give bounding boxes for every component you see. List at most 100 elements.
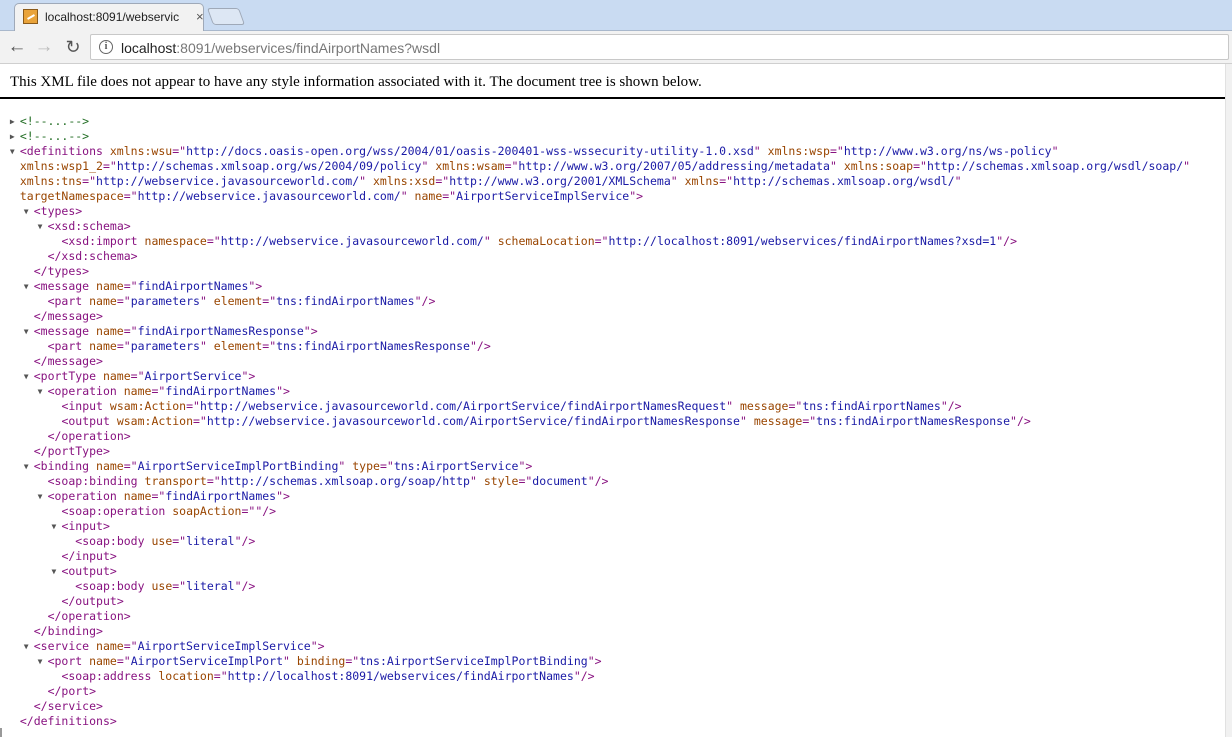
collapse-triangle-icon[interactable]: ▼ bbox=[24, 459, 29, 474]
xml-tag: "> bbox=[248, 279, 263, 293]
xml-tag: =" bbox=[829, 144, 844, 158]
collapse-triangle-icon[interactable]: ▼ bbox=[38, 219, 43, 234]
xml-tag: =" bbox=[102, 159, 117, 173]
expand-triangle-icon[interactable]: ▶ bbox=[10, 129, 15, 144]
xml-tag: <port bbox=[47, 654, 83, 668]
xml-tag: </xsd:schema> bbox=[47, 249, 138, 263]
xml-tag: <operation bbox=[47, 384, 117, 398]
xml-line: </input> bbox=[0, 549, 1225, 564]
xml-tag: </types> bbox=[33, 264, 90, 278]
url-path: :8091/webservices/findAirportNames?wsdl bbox=[176, 40, 441, 56]
page-edge-marker bbox=[0, 728, 2, 737]
xml-attribute-name: xmlns:wsp bbox=[760, 144, 830, 158]
xml-tag: =" bbox=[345, 654, 360, 668]
collapse-triangle-icon[interactable]: ▼ bbox=[51, 519, 56, 534]
xml-tag: <operation bbox=[47, 489, 117, 503]
xml-line: targetNamespace="http://webservice.javas… bbox=[0, 189, 1225, 204]
xml-attribute-name: name bbox=[89, 324, 124, 338]
collapse-triangle-icon[interactable]: ▼ bbox=[24, 279, 29, 294]
xml-tag: =" bbox=[802, 414, 817, 428]
xml-attribute-value: http://webservice.javasourceworld.com/Ai… bbox=[206, 414, 740, 428]
xml-tag: <part bbox=[47, 339, 83, 353]
close-tab-icon[interactable]: × bbox=[196, 10, 204, 23]
scrollbar[interactable] bbox=[1225, 64, 1232, 737]
xml-tag: " bbox=[954, 174, 962, 188]
xml-line: </service> bbox=[0, 699, 1225, 714]
address-bar[interactable]: i localhost:8091/webservices/findAirport… bbox=[90, 34, 1229, 60]
xml-attribute-value: document bbox=[532, 474, 588, 488]
collapse-triangle-icon[interactable]: ▼ bbox=[24, 324, 29, 339]
xml-tag: =" bbox=[172, 144, 187, 158]
xml-line: </message> bbox=[0, 354, 1225, 369]
forward-button[interactable]: → bbox=[32, 35, 56, 59]
collapse-triangle-icon[interactable]: ▼ bbox=[10, 144, 15, 159]
xml-attribute-name: xmlns:wsp1_2 bbox=[19, 159, 103, 173]
xml-line: </types> bbox=[0, 264, 1225, 279]
xml-line-content: </binding> bbox=[34, 624, 103, 639]
xml-tag: </input> bbox=[61, 549, 117, 563]
xml-line-content: <part name="parameters" element="tns:fin… bbox=[48, 339, 491, 354]
back-button[interactable]: ← bbox=[5, 35, 29, 59]
xml-tag: <soap:operation bbox=[61, 504, 166, 518]
xml-attribute-value: http://webservice.javasourceworld.com/ bbox=[96, 174, 360, 188]
info-icon[interactable]: i bbox=[99, 40, 113, 54]
xml-line-content: </types> bbox=[34, 264, 89, 279]
reload-button[interactable]: ↻ bbox=[61, 35, 85, 59]
collapse-triangle-icon[interactable]: ▼ bbox=[38, 384, 43, 399]
xml-attribute-name: name bbox=[89, 279, 124, 293]
xml-attribute-value: http://webservice.javasourceworld.com/Ai… bbox=[199, 399, 727, 413]
xml-attribute-name: xmlns:wsu bbox=[102, 144, 173, 158]
xml-tag: <definitions bbox=[19, 144, 103, 158]
xml-tag: <binding bbox=[33, 459, 90, 473]
xml-attribute-value: http://schemas.xmlsoap.org/soap/http bbox=[220, 474, 470, 488]
xml-attribute-name: name bbox=[407, 189, 443, 203]
xml-attribute-name: xmlns:tns bbox=[19, 174, 83, 188]
xml-line-content: <operation name="findAirportNames"> bbox=[48, 384, 290, 399]
xml-tag: "> bbox=[518, 459, 533, 473]
xml-line-content: <part name="parameters" element="tns:fin… bbox=[48, 294, 436, 309]
xml-attribute-value: AirportServiceImplService bbox=[456, 189, 630, 203]
xml-line: </xsd:schema> bbox=[0, 249, 1225, 264]
collapse-triangle-icon[interactable]: ▼ bbox=[24, 369, 29, 384]
browser-toolbar: ← → ↻ i localhost:8091/webservices/findA… bbox=[0, 31, 1232, 64]
xml-tag: <service bbox=[33, 639, 90, 653]
browser-tab[interactable]: localhost:8091/webservic × bbox=[14, 3, 204, 31]
xml-attribute-name: name bbox=[82, 339, 117, 353]
collapse-triangle-icon[interactable]: ▼ bbox=[38, 489, 43, 504]
collapse-triangle-icon[interactable]: ▼ bbox=[24, 204, 29, 219]
xml-tag: </definitions> bbox=[19, 714, 117, 728]
xml-attribute-value: tns:findAirportNamesResponse bbox=[816, 414, 1011, 428]
xml-line-content: <definitions xmlns:wsu="http://docs.oasi… bbox=[20, 144, 1059, 159]
xml-line-content: </portType> bbox=[34, 444, 110, 459]
xml-line: xmlns:wsp1_2="http://schemas.xmlsoap.org… bbox=[0, 159, 1225, 174]
xml-tag: "> bbox=[587, 654, 602, 668]
xml-line: ▼ <message name="findAirportNamesResponse… bbox=[0, 324, 1225, 339]
xml-tag: "> bbox=[276, 489, 290, 503]
xml-tag: <input> bbox=[61, 519, 110, 533]
xml-attribute-value: http://webservice.javasourceworld.com/ bbox=[137, 189, 401, 203]
xml-tag: </output> bbox=[61, 594, 124, 608]
xml-tag: =" bbox=[442, 189, 457, 203]
xml-attribute-name: soapAction bbox=[165, 504, 242, 518]
expand-triangle-icon[interactable]: ▶ bbox=[10, 114, 15, 129]
xml-attribute-value: http://docs.oasis-open.org/wss/2004/01/o… bbox=[186, 144, 754, 158]
collapse-triangle-icon[interactable]: ▼ bbox=[51, 564, 56, 579]
xml-tag: =" bbox=[262, 339, 277, 353]
xml-tag: =" bbox=[913, 159, 927, 173]
xml-line-content: <input wsam:Action="http://webservice.ja… bbox=[61, 399, 961, 414]
xml-tag: <input bbox=[61, 399, 103, 413]
xml-tag: =""/> bbox=[241, 504, 277, 518]
xml-tag: =" bbox=[172, 579, 187, 593]
xml-comment: <!--...--> bbox=[19, 129, 90, 143]
collapse-triangle-icon[interactable]: ▼ bbox=[24, 639, 29, 654]
xml-attribute-value: findAirportNames bbox=[137, 279, 249, 293]
xml-line-content: <service name="AirportServiceImplService… bbox=[34, 639, 325, 654]
new-tab-button[interactable] bbox=[206, 8, 246, 25]
xml-tag: <xsd:import bbox=[61, 234, 138, 248]
xml-line: </message> bbox=[0, 309, 1225, 324]
xml-tag: <output> bbox=[61, 564, 117, 578]
url-text[interactable]: localhost:8091/webservices/findAirportNa… bbox=[121, 40, 440, 56]
collapse-triangle-icon[interactable]: ▼ bbox=[38, 654, 43, 669]
xml-document-tree: ▶ <!--...--> ▶ <!--...--> ▼ <definitions xmln… bbox=[0, 114, 1225, 729]
xml-tag: </binding> bbox=[33, 624, 103, 638]
